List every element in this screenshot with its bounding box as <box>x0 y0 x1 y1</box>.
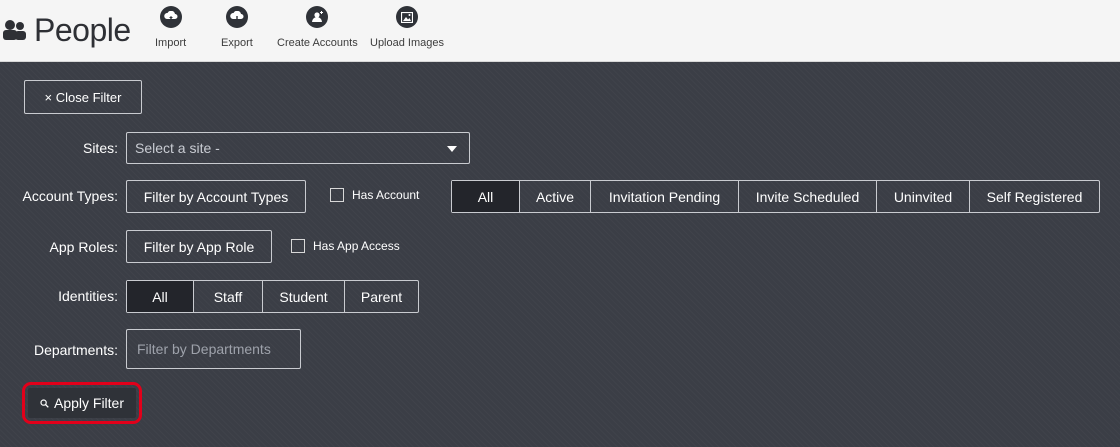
upload-images-button[interactable]: Upload Images <box>370 6 444 49</box>
segment-invite-scheduled[interactable]: Invite Scheduled <box>739 181 877 212</box>
departments-input[interactable]: Filter by Departments <box>126 329 301 369</box>
departments-placeholder: Filter by Departments <box>137 341 271 357</box>
image-icon <box>396 6 418 28</box>
checkbox-box[interactable] <box>330 188 344 202</box>
export-label: Export <box>221 37 253 49</box>
segment-self-registered[interactable]: Self Registered <box>970 181 1099 212</box>
has-app-access-checkbox[interactable]: Has App Access <box>291 239 400 253</box>
search-icon <box>40 398 49 408</box>
app-roles-label: App Roles: <box>49 239 118 255</box>
upload-images-label: Upload Images <box>370 37 444 49</box>
sites-select-value: Select a site - <box>135 140 220 156</box>
sites-select[interactable]: Select a site - <box>126 132 470 164</box>
has-app-access-label: Has App Access <box>313 239 400 253</box>
import-button[interactable]: Import <box>155 6 186 49</box>
apply-filter-highlight: Apply Filter <box>22 382 142 424</box>
cloud-upload-icon <box>159 6 182 28</box>
export-button[interactable]: Export <box>221 6 253 49</box>
chevron-down-icon <box>447 146 457 152</box>
apply-filter-label: Apply Filter <box>53 395 125 411</box>
checkbox-box[interactable] <box>291 239 305 253</box>
people-icon <box>3 20 26 40</box>
segment-identity-all[interactable]: All <box>127 281 194 312</box>
page-title: People <box>0 8 131 52</box>
header-bar: People Import Export Create Accounts Upl… <box>0 0 1120 62</box>
close-filter-button[interactable]: × Close Filter <box>24 80 142 114</box>
filter-account-types-button[interactable]: Filter by Account Types <box>126 180 306 213</box>
segment-parent[interactable]: Parent <box>345 281 418 312</box>
account-types-label: Account Types: <box>22 188 118 204</box>
has-account-label: Has Account <box>352 188 420 202</box>
apply-filter-button[interactable]: Apply Filter <box>28 388 136 418</box>
segment-student[interactable]: Student <box>263 281 345 312</box>
departments-label: Departments: <box>33 342 118 358</box>
segment-invitation-pending[interactable]: Invitation Pending <box>591 181 739 212</box>
add-user-icon <box>306 6 329 28</box>
segment-active[interactable]: Active <box>520 181 591 212</box>
import-label: Import <box>155 37 187 49</box>
segment-all[interactable]: All <box>452 181 520 212</box>
segment-uninvited[interactable]: Uninvited <box>877 181 970 212</box>
sites-label: Sites: <box>82 140 118 156</box>
page-title-text: People <box>34 11 131 48</box>
filter-app-role-button[interactable]: Filter by App Role <box>126 230 272 263</box>
has-account-checkbox[interactable]: Has Account <box>330 188 419 202</box>
identities-segmented-control: All Staff Student Parent <box>126 280 419 313</box>
account-status-segmented-control: All Active Invitation Pending Invite Sch… <box>451 180 1100 213</box>
identities-label: Identities: <box>58 288 118 304</box>
create-accounts-button[interactable]: Create Accounts <box>277 6 358 49</box>
cloud-download-icon <box>225 6 248 28</box>
create-accounts-label: Create Accounts <box>277 37 358 49</box>
segment-staff[interactable]: Staff <box>194 281 263 312</box>
